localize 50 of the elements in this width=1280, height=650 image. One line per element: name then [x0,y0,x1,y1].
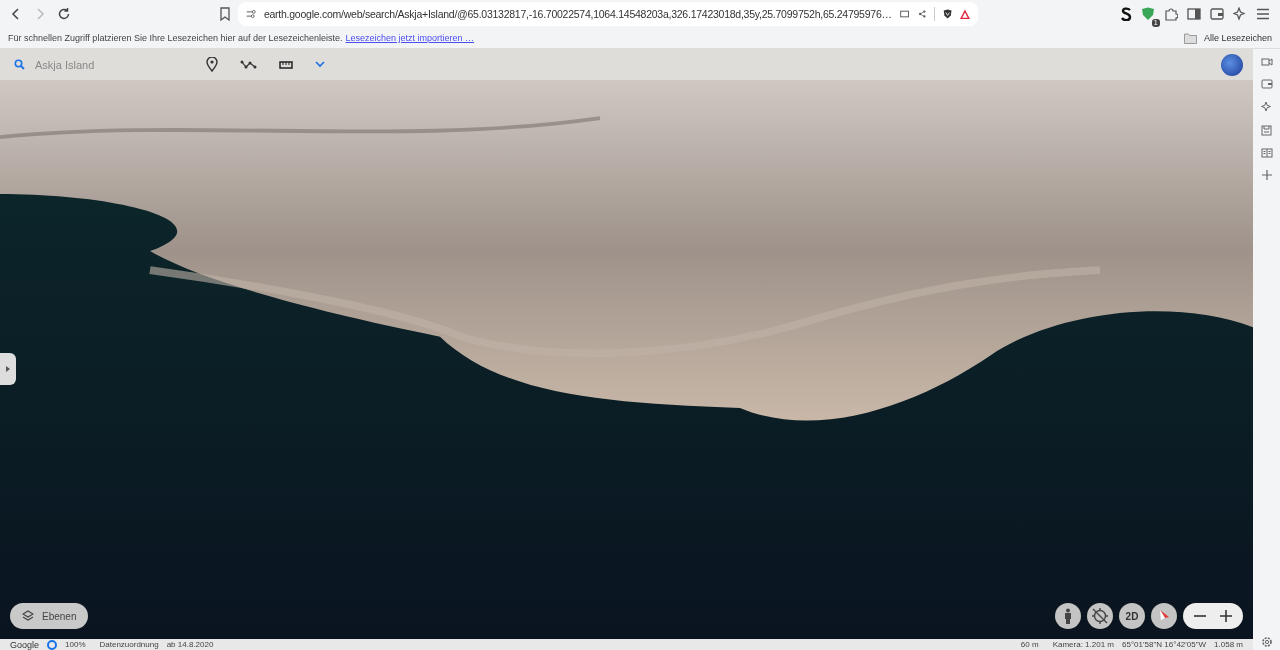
google-logo: Google [10,639,40,650]
person-icon [1063,608,1073,624]
sidebar-icon[interactable] [1187,8,1201,20]
cast-icon[interactable] [899,8,910,20]
elevation: 1.058 m [1214,640,1243,649]
wallet-icon[interactable] [1210,8,1224,20]
url-text: earth.google.com/web/search/Askja+Island/@65.03132817,-16.70022574,1064.14548203a,326.17423018d,35y,25.7099752h,65.24795976… [263,8,892,20]
menu-icon[interactable] [1256,8,1270,20]
triangle-right-icon [6,366,10,372]
puzzle-icon[interactable] [1164,7,1178,21]
add-icon[interactable] [1261,170,1272,180]
book-icon[interactable] [1260,148,1273,158]
satellite-map-drawing[interactable] [0,80,1253,639]
layers-button[interactable]: Ebenen [10,603,89,629]
compass-needle-icon [1158,609,1170,623]
settings-icon[interactable] [1260,636,1273,648]
shield-icon[interactable] [942,7,953,21]
coordinates: 65°01'58"N 16°42'05"W [1122,640,1207,649]
minus-icon [1194,615,1206,617]
ruler-icon[interactable] [279,60,293,69]
placemark-icon[interactable] [206,57,218,72]
search-icon [14,59,25,70]
loading-ring-icon [47,639,58,650]
path-icon[interactable] [240,60,257,69]
shield-extension-icon[interactable] [1141,7,1155,21]
bookmarks-hint: Für schnellen Zugriff platzieren Sie Ihre Lesezeichen hier auf der Lesezeichenleiste. [8,33,343,43]
attribution-label[interactable]: Datenzuordnung [99,640,159,649]
plus-icon [1220,610,1232,622]
wallet-icon[interactable] [1260,79,1273,89]
sparkle-icon[interactable] [1233,7,1247,21]
sparkle-icon[interactable] [1260,101,1273,113]
video-camera-icon[interactable] [1260,57,1273,67]
attribution-date: ab 14.8.2020 [166,640,214,649]
folder-icon [1183,32,1197,44]
scale-label: 60 m [1020,640,1039,649]
camera-altitude: Kamera: 1.201 m [1052,640,1114,649]
share-icon[interactable] [917,8,927,20]
loading-percent: 100% [65,640,86,649]
save-icon[interactable] [1261,125,1272,136]
address-bar[interactable]: earth.google.com/web/search/Askja+Island/@65.03132817,-16.70022574,1064.14548203a,326.17423018d,35y,25.7099752h,65.24795976… [238,2,978,26]
chevron-down-icon[interactable] [315,61,325,68]
side-panel-toggle[interactable] [0,353,16,385]
layers-icon [22,610,34,622]
import-bookmarks-link[interactable]: Lesezeichen jetzt importieren … [345,33,475,43]
all-bookmarks-button[interactable]: Alle Lesezeichen [1203,33,1272,43]
site-settings-icon[interactable] [246,8,256,20]
triangle-icon[interactable] [960,7,970,21]
crossed-target-icon [1091,607,1109,625]
s-extension-icon[interactable] [1120,7,1132,21]
reload-icon [57,7,71,21]
